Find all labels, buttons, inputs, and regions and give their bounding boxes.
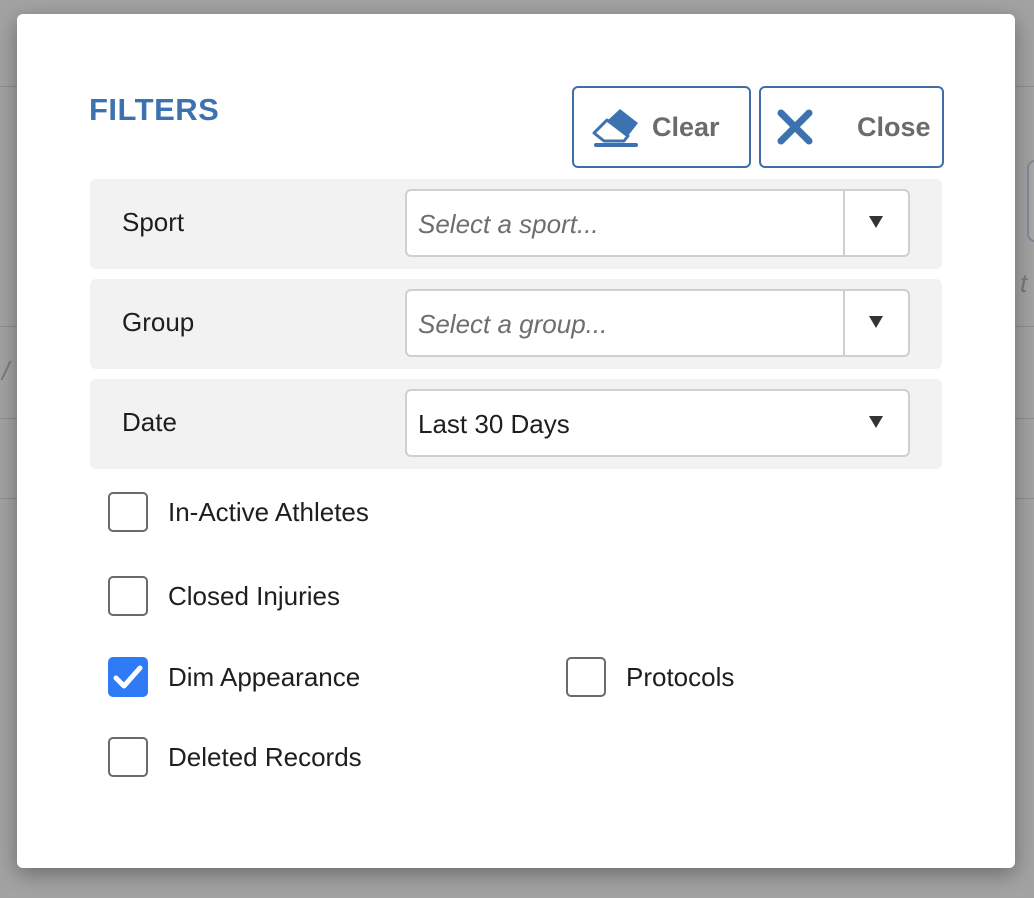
eraser-icon <box>592 109 638 147</box>
closed-injuries-checkbox[interactable]: Closed Injuries <box>108 576 340 616</box>
checkbox-box[interactable] <box>108 492 148 532</box>
date-select[interactable]: Last 30 Days <box>405 389 910 457</box>
sport-select[interactable]: Select a sport... <box>405 189 910 257</box>
sport-select-placeholder: Select a sport... <box>418 209 599 239</box>
closed-injuries-label: Closed Injuries <box>168 580 340 611</box>
filter-row-sport: Sport Select a sport... <box>90 179 942 269</box>
close-button[interactable]: Close <box>759 86 944 168</box>
checkbox-box[interactable] <box>108 737 148 777</box>
dim-appearance-label: Dim Appearance <box>168 661 361 692</box>
inactive-athletes-checkbox[interactable]: In-Active Athletes <box>108 492 369 532</box>
background-input <box>1027 160 1034 242</box>
select-divider <box>843 191 845 255</box>
chevron-down-icon[interactable] <box>869 416 883 428</box>
deleted-records-checkbox[interactable]: Deleted Records <box>108 737 362 777</box>
checkmark-icon <box>113 665 143 689</box>
close-button-label: Close <box>857 111 931 142</box>
clear-button-label: Clear <box>652 111 720 142</box>
clear-button[interactable]: Clear <box>572 86 751 168</box>
group-label: Group <box>122 307 195 337</box>
group-select[interactable]: Select a group... <box>405 289 910 357</box>
filter-row-date: Date Last 30 Days <box>90 379 942 469</box>
protocols-label: Protocols <box>626 661 735 692</box>
close-icon <box>777 109 813 145</box>
date-select-value: Last 30 Days <box>418 409 570 439</box>
deleted-records-label: Deleted Records <box>168 741 362 772</box>
background-text: / <box>2 356 10 386</box>
checkbox-box[interactable] <box>108 576 148 616</box>
dim-appearance-checkbox[interactable]: Dim Appearance <box>108 657 360 697</box>
inactive-athletes-label: In-Active Athletes <box>168 496 369 527</box>
sport-label: Sport <box>122 207 185 237</box>
select-divider <box>843 291 845 355</box>
filter-row-group: Group Select a group... <box>90 279 942 369</box>
protocols-checkbox[interactable]: Protocols <box>566 657 734 697</box>
group-select-placeholder: Select a group... <box>418 309 608 339</box>
checkbox-box-checked[interactable] <box>108 657 148 697</box>
chevron-down-icon[interactable] <box>869 316 883 328</box>
date-label: Date <box>122 407 177 437</box>
modal-title: FILTERS <box>89 92 220 127</box>
checkbox-box[interactable] <box>566 657 606 697</box>
background-text: t <box>1020 268 1028 298</box>
chevron-down-icon[interactable] <box>869 216 883 228</box>
filters-modal: FILTERS Clear Close Sport Select a sport… <box>17 14 1015 868</box>
